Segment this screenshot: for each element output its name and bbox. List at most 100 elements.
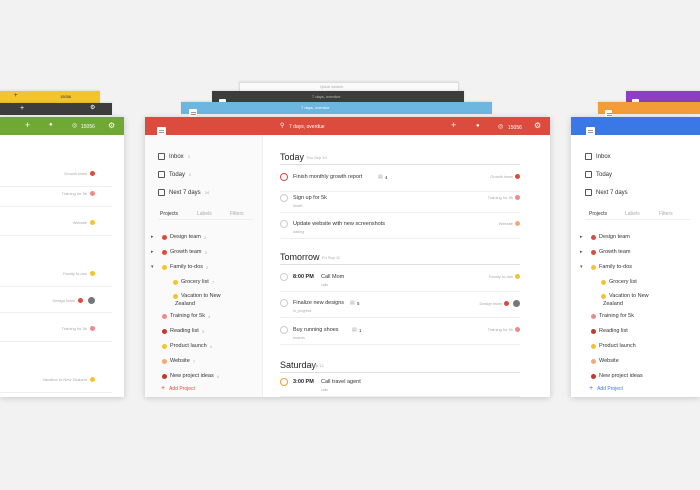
left-bell-icon[interactable]: ●: [49, 122, 53, 129]
yellow-add-icon[interactable]: +: [14, 93, 18, 100]
project-item[interactable]: New project ideas 4: [151, 373, 219, 379]
project-count: 3: [201, 328, 204, 334]
project-label: New project ideas: [170, 373, 214, 379]
task-label[interactable]: Finalize new designs: [293, 300, 344, 306]
task-project-label: Website: [498, 221, 513, 226]
chevron-icon[interactable]: ▸: [151, 249, 159, 255]
project-item[interactable]: Website 7: [151, 358, 195, 364]
right-project-item[interactable]: Reading list: [580, 328, 628, 334]
right-project-item[interactable]: Product launch: [580, 343, 636, 349]
right-project-item[interactable]: New project ideas: [580, 373, 643, 379]
chevron-icon[interactable]: ▾: [580, 264, 588, 270]
main-add-icon[interactable]: +: [451, 121, 456, 130]
task-label-tag: calls: [321, 388, 329, 392]
project-item[interactable]: ▸ Design team 2: [151, 234, 206, 240]
project-color-dot: [162, 249, 167, 255]
tab-filters[interactable]: Filters: [230, 211, 244, 217]
right-tab-labels[interactable]: Labels: [625, 211, 640, 217]
right-nav-label: Inbox: [596, 153, 611, 160]
right-nav-item[interactable]: Inbox: [585, 153, 611, 160]
right-project-color-dot: [591, 358, 596, 364]
right-nav-item[interactable]: Today: [585, 171, 612, 178]
left-task-project[interactable]: Family to-dos: [63, 271, 95, 276]
sidebar-nav-item[interactable]: Inbox 2: [158, 153, 190, 160]
task-checkbox[interactable]: [280, 173, 288, 181]
task-project[interactable]: Design team: [480, 300, 520, 307]
right-project-item[interactable]: Vacation to New: [590, 293, 649, 299]
right-project-item[interactable]: ▾ Family to-dos: [580, 264, 632, 270]
comment-icon[interactable]: ▤: [378, 174, 383, 180]
project-color-dot: [162, 328, 167, 334]
project-count: 3: [204, 249, 207, 255]
main-bell-icon[interactable]: ●: [476, 123, 480, 130]
task-label[interactable]: Sign up for 5k: [293, 195, 327, 201]
task-checkbox[interactable]: [280, 299, 288, 307]
project-item[interactable]: Training for 5k 4: [151, 313, 210, 319]
project-item[interactable]: Grocery list 7: [162, 279, 214, 285]
task-project[interactable]: Website: [499, 221, 520, 226]
sidebar-nav-item[interactable]: Next 7 days 24: [158, 189, 209, 196]
left-karma-icon[interactable]: ◎: [72, 123, 77, 130]
chevron-icon[interactable]: ▸: [151, 234, 159, 240]
left-task-project[interactable]: Website: [73, 220, 95, 225]
task-label[interactable]: Call Mom: [321, 274, 344, 280]
left-task-project[interactable]: Design team: [53, 297, 95, 304]
darkleft-gear-icon[interactable]: ⚙: [90, 105, 95, 112]
comment-icon[interactable]: ▤: [350, 300, 355, 306]
darkleft-add-icon[interactable]: +: [20, 105, 24, 112]
tab-labels[interactable]: Labels: [197, 211, 212, 217]
task-project[interactable]: Training for 5k: [488, 327, 520, 332]
main-karma-icon[interactable]: ◎: [498, 124, 503, 131]
right-logo-icon[interactable]: [586, 126, 595, 136]
task-checkbox[interactable]: [280, 220, 288, 228]
task-label[interactable]: Call travel agent: [321, 379, 361, 385]
right-add-project-button[interactable]: + Add Project: [589, 385, 623, 392]
project-item[interactable]: Reading list 3: [151, 328, 204, 334]
task-checkbox[interactable]: [280, 273, 288, 281]
right-tab-projects[interactable]: Projects: [589, 211, 607, 217]
left-task-project[interactable]: Growth team: [64, 171, 95, 176]
task-label[interactable]: Finish monthly growth report: [293, 174, 362, 180]
task-checkbox[interactable]: [280, 326, 288, 334]
right-project-item[interactable]: Grocery list: [590, 279, 637, 285]
sidebar-nav-item[interactable]: Today 2: [158, 171, 191, 178]
task-project[interactable]: Training for 5k: [488, 195, 520, 200]
chevron-icon[interactable]: ▸: [580, 234, 588, 240]
task-project-dot: [515, 274, 520, 279]
main-gear-icon[interactable]: ⚙: [534, 122, 541, 130]
left-gear-icon[interactable]: ⚙: [108, 122, 115, 130]
left-add-icon[interactable]: +: [25, 121, 30, 130]
task-label[interactable]: Update website with new screenshots: [293, 221, 385, 227]
project-item[interactable]: Vacation to New: [162, 293, 221, 299]
task-project[interactable]: Family to-dos: [489, 274, 520, 279]
right-tab-filters[interactable]: Filters: [659, 211, 673, 217]
calendar-icon: [585, 171, 592, 178]
task-checkbox[interactable]: [280, 194, 288, 202]
left-task-project-label: Design team: [52, 298, 75, 303]
right-project-item[interactable]: ▸ Growth team: [580, 249, 630, 255]
left-task-project[interactable]: Training for 5k: [62, 191, 95, 196]
project-item[interactable]: ▾ Family to-dos 2: [151, 264, 208, 270]
project-color-dot: [162, 234, 167, 240]
task-checkbox[interactable]: [280, 378, 288, 386]
project-item[interactable]: ▸ Growth team 3: [151, 249, 207, 255]
left-task-divider: [0, 392, 112, 393]
main-search-input[interactable]: 7 days, overdue: [289, 124, 325, 130]
chevron-icon[interactable]: ▾: [151, 264, 159, 270]
right-project-item[interactable]: ▸ Design team: [580, 234, 630, 240]
add-project-label: Add Project: [169, 385, 195, 392]
left-task-project[interactable]: Training for 5k: [62, 326, 95, 331]
project-item[interactable]: Product launch 4: [151, 343, 212, 349]
tab-projects[interactable]: Projects: [160, 211, 178, 217]
chevron-icon[interactable]: ▸: [580, 249, 588, 255]
task-label[interactable]: Buy running shoes: [293, 327, 339, 333]
left-task-project[interactable]: Vacation to New Zealand: [43, 377, 95, 382]
right-nav-item[interactable]: Next 7 days: [585, 189, 628, 196]
add-project-button[interactable]: + Add Project: [161, 385, 195, 392]
right-project-item[interactable]: Website: [580, 358, 619, 364]
right-project-item[interactable]: Training for 5k: [580, 313, 634, 319]
task-divider: [280, 291, 520, 292]
project-color-dot: [162, 373, 167, 379]
comment-icon[interactable]: ▤: [352, 327, 357, 333]
task-project[interactable]: Growth team: [490, 174, 520, 179]
